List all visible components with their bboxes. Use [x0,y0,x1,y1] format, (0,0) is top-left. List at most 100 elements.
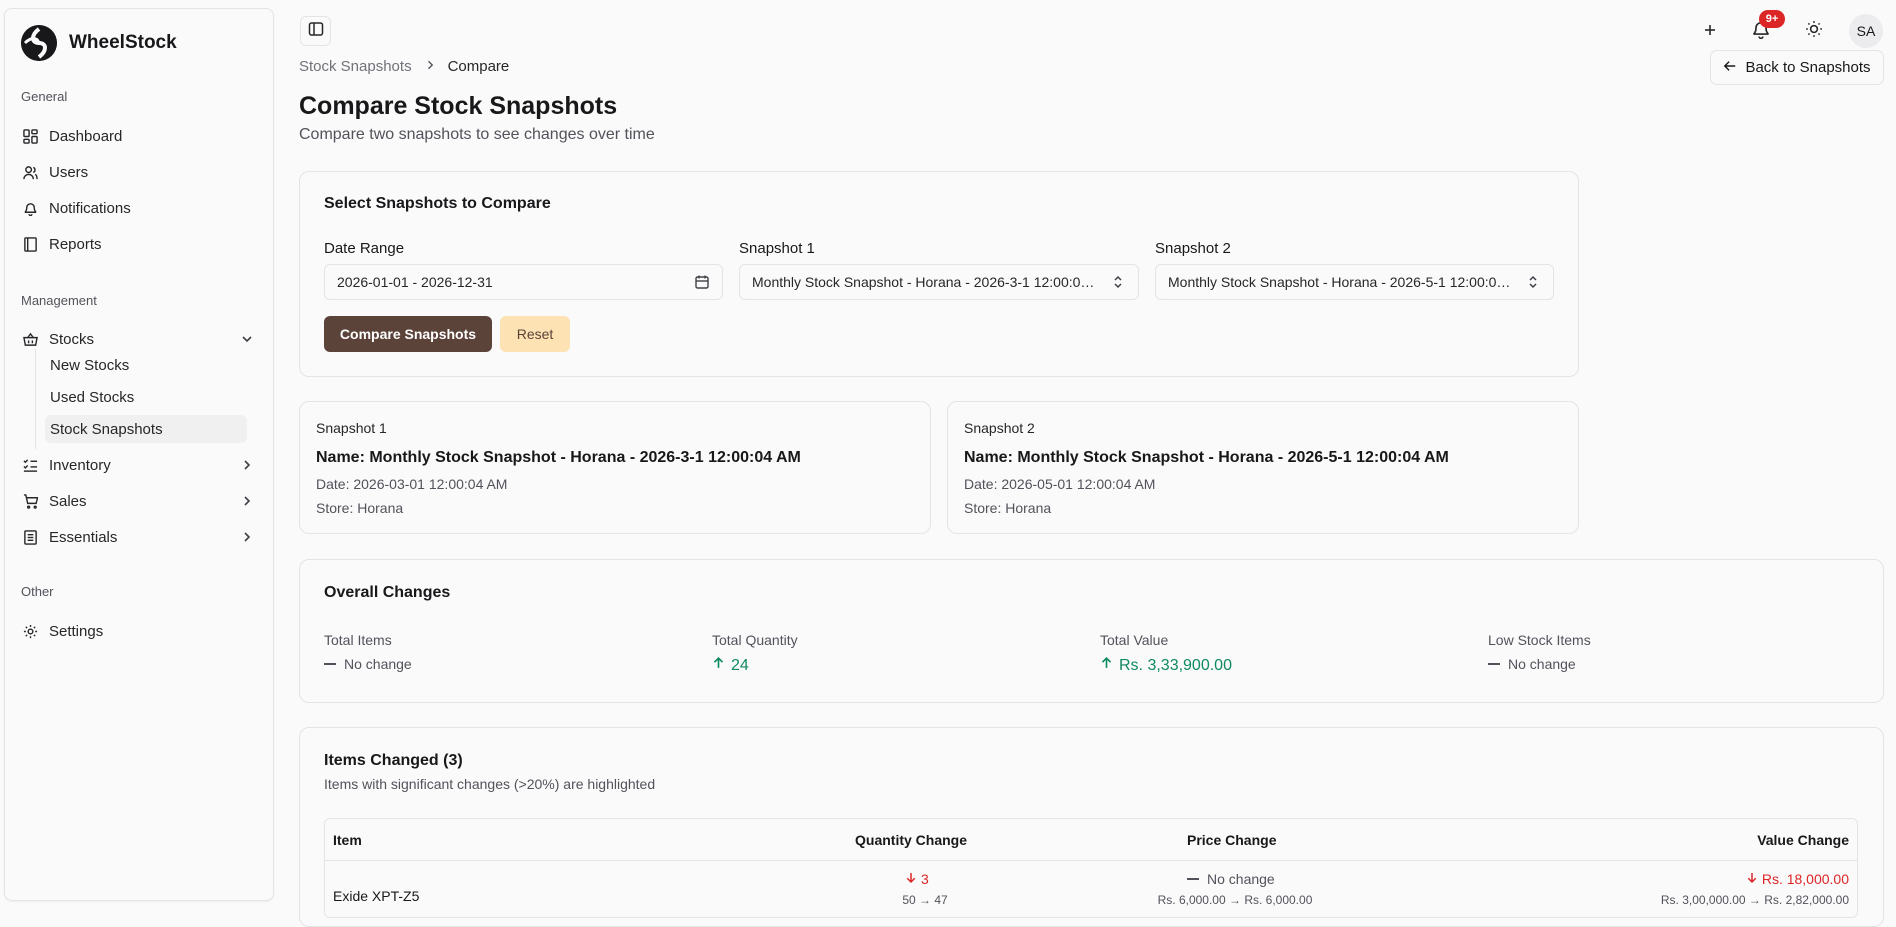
stat-label-low-stock-items: Low Stock Items [1488,632,1591,648]
sidebar-item-label: Notifications [49,199,131,217]
cell-price-change: No change [1187,871,1287,887]
snapshot1-card-label: Snapshot 1 [316,420,387,436]
chevron-right-icon [424,58,436,75]
stat-value-text: No change [1508,656,1576,672]
page-title: Compare Stock Snapshots [299,92,618,120]
sidebar-item-notifications[interactable]: Notifications [21,193,267,223]
column-header-price-change: Price Change [1187,832,1277,848]
snapshot2-name: Name: Monthly Stock Snapshot - Horana - … [964,449,1449,466]
chevron-right-icon [239,493,255,509]
sidebar-item-label: Users [49,163,89,181]
stat-value-total-items: No change [324,656,412,672]
value-change-value: Rs. 18,000.00 [1761,871,1849,887]
nav-group-other: Other [21,584,54,599]
overall-changes-card [299,559,1884,703]
sidebar-subitem-used-stocks[interactable]: Used Stocks [45,383,247,411]
sidebar-item-label: Stocks [49,330,95,348]
snapshot2-select[interactable]: Monthly Stock Snapshot - Horana - 2026-5… [1155,264,1554,300]
sidebar-item-label: Inventory [49,456,111,474]
select-card-title: Select Snapshots to Compare [324,195,551,212]
sidebar-item-essentials[interactable]: Essentials [21,522,267,552]
cell-value-change: Rs. 18,000.00 [1746,871,1849,887]
snapshot2-label: Snapshot 2 [1155,240,1231,257]
notebook-icon [21,528,39,546]
date-range-picker[interactable]: 2026-01-01 - 2026-12-31 [324,264,723,300]
cart-icon [21,492,39,510]
snapshot1-store: Store: Horana [316,500,404,516]
sidebar-item-reports[interactable]: Reports [21,229,267,259]
stat-label-total-quantity: Total Quantity [712,632,798,648]
stat-label-total-items: Total Items [324,632,392,648]
book-icon [21,235,39,253]
nav-group-management: Management [21,293,97,308]
nav-group-general: General [21,89,68,104]
sidebar: WheelStock General Dashboard Users Notif… [4,8,274,901]
reset-button[interactable]: Reset [500,316,570,352]
sidebar-item-settings[interactable]: Settings [21,616,267,646]
arrow-left-icon [1723,59,1737,77]
arrow-down-icon [1746,871,1758,887]
snapshot2-date: Date: 2026-05-01 12:00:04 AM [964,476,1156,492]
gear-icon [21,622,39,640]
wheelstock-logo-icon [21,25,57,61]
price-change-value: No change [1207,871,1275,887]
snapshot2-value: Monthly Stock Snapshot - Horana - 2026-5… [1168,274,1517,290]
add-button[interactable] [1696,17,1724,45]
basket-icon [21,330,39,348]
sidebar-item-stocks[interactable]: Stocks [21,324,267,354]
stat-value-text: Rs. 3,33,900.00 [1119,656,1232,674]
brand[interactable]: WheelStock [21,25,177,61]
arrow-up-icon [1100,656,1113,675]
date-range-value: 2026-01-01 - 2026-12-31 [337,274,493,290]
sidebar-item-label: Essentials [49,528,118,546]
snapshot1-value: Monthly Stock Snapshot - Horana - 2026-3… [752,274,1102,290]
list-check-icon [21,456,39,474]
sidebar-item-sales[interactable]: Sales [21,486,267,516]
sidebar-item-label: Sales [49,492,87,510]
snapshot1-select[interactable]: Monthly Stock Snapshot - Horana - 2026-3… [739,264,1139,300]
sun-icon [1805,20,1823,43]
notification-count-badge: 9+ [1759,10,1785,28]
calendar-icon [694,274,710,290]
cell-value-detail: Rs. 3,00,000.00 → Rs. 2,82,000.00 [1660,893,1849,907]
sidebar-toggle-button[interactable] [300,16,331,46]
qty-change-value: 3 [921,871,929,887]
minus-icon [324,663,336,665]
breadcrumb-link-stock-snapshots[interactable]: Stock Snapshots [299,58,412,75]
avatar[interactable]: SA [1849,14,1883,48]
dashboard-icon [21,127,39,145]
stat-value-total-quantity: 24 [712,656,749,675]
sidebar-subitem-new-stocks[interactable]: New Stocks [45,351,247,379]
app-name: WheelStock [69,32,177,53]
sidebar-item-inventory[interactable]: Inventory [21,450,267,480]
items-changed-title: Items Changed (3) [324,752,463,769]
items-changed-subtitle: Items with significant changes (>20%) ar… [324,776,656,792]
stat-value-low-stock-items: No change [1488,656,1576,672]
sidebar-item-label: Dashboard [49,127,123,145]
stat-value-text: 24 [731,656,749,674]
date-range-label: Date Range [324,240,405,257]
theme-toggle-button[interactable] [1800,17,1828,45]
arrow-up-icon [712,656,725,675]
page-subtitle: Compare two snapshots to see changes ove… [299,126,655,143]
snapshot1-label: Snapshot 1 [739,240,815,257]
back-to-snapshots-button[interactable]: Back to Snapshots [1710,50,1884,85]
table-header-divider [325,860,1857,861]
sidebar-item-label: Reports [49,235,102,253]
sidebar-subitem-stock-snapshots[interactable]: Stock Snapshots [45,415,247,443]
column-header-quantity-change: Quantity Change [855,832,968,848]
snapshot2-card-label: Snapshot 2 [964,420,1035,436]
column-header-item: Item [333,832,362,848]
compare-snapshots-button[interactable]: Compare Snapshots [324,316,492,352]
stat-label-total-value: Total Value [1100,632,1169,648]
sidebar-item-users[interactable]: Users [21,157,267,187]
back-button-label: Back to Snapshots [1745,59,1871,76]
cell-qty-change: 3 [905,871,945,887]
snapshot2-store: Store: Horana [964,500,1052,516]
plus-icon [1702,18,1718,44]
cell-item-name: Exide XPT-Z5 [333,888,420,904]
minus-icon [1488,663,1500,665]
sidebar-item-dashboard[interactable]: Dashboard [21,121,267,151]
cell-price-detail: Rs. 6,000.00 → Rs. 6,000.00 [1157,893,1313,907]
breadcrumb-current: Compare [447,58,510,75]
